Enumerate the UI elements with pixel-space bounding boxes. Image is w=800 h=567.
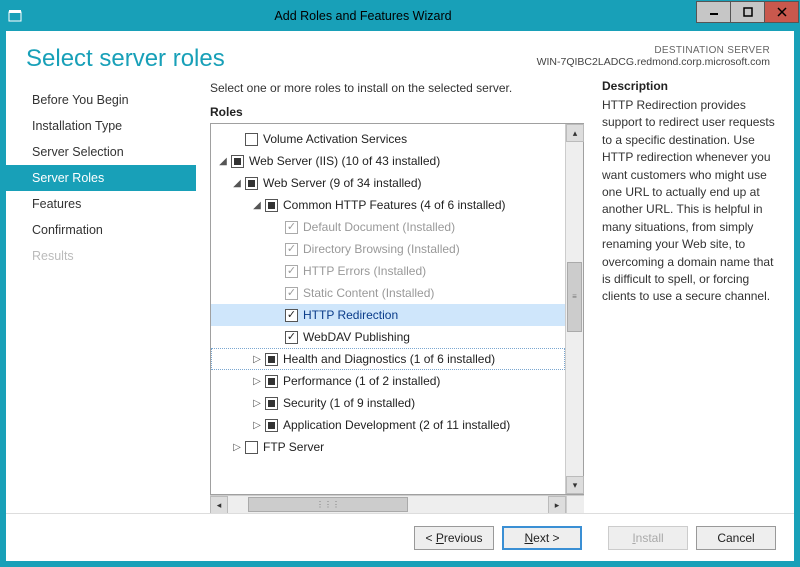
tree-node-label: Application Development (2 of 11 install… (283, 418, 510, 432)
nav-step-server-roles[interactable]: Server Roles (6, 165, 196, 191)
checkbox (285, 265, 298, 278)
tree-node-label: Web Server (IIS) (10 of 43 installed) (249, 154, 440, 168)
expand-icon[interactable]: ▷ (231, 442, 243, 453)
tree-node-label: HTTP Errors (Installed) (303, 264, 426, 278)
tree-node-label: Performance (1 of 2 installed) (283, 374, 440, 388)
expand-icon[interactable]: ▷ (251, 398, 263, 409)
checkbox (285, 287, 298, 300)
tree-node-label: HTTP Redirection (303, 308, 398, 322)
tree-node[interactable]: Default Document (Installed) (211, 216, 565, 238)
expand-icon[interactable]: ▷ (251, 376, 263, 387)
checkbox[interactable] (245, 177, 258, 190)
tree-node-label: Default Document (Installed) (303, 220, 455, 234)
tree-node[interactable]: ◢ Common HTTP Features (4 of 6 installed) (211, 194, 565, 216)
description-label: Description (602, 79, 780, 97)
minimize-button[interactable] (696, 1, 731, 23)
collapse-icon[interactable]: ◢ (231, 178, 243, 189)
tree-node[interactable]: Directory Browsing (Installed) (211, 238, 565, 260)
window-title: Add Roles and Features Wizard (29, 9, 697, 23)
nav-step-installation-type[interactable]: Installation Type (6, 113, 196, 139)
tree-node-label: Static Content (Installed) (303, 286, 434, 300)
page-title: Select server roles (26, 45, 537, 73)
scroll-left-button[interactable]: ◂ (210, 496, 228, 514)
tree-node[interactable]: ▷ Performance (1 of 2 installed) (211, 370, 565, 392)
expand-icon[interactable]: ▷ (251, 354, 263, 365)
scroll-track-h[interactable]: ⋮⋮⋮ (228, 496, 548, 513)
roles-treeview[interactable]: Volume Activation Services ◢ Web Server (I… (210, 123, 584, 495)
tree-node[interactable]: Static Content (Installed) (211, 282, 565, 304)
instruction-text: Select one or more roles to install on t… (210, 79, 584, 105)
scroll-right-button[interactable]: ▸ (548, 496, 566, 514)
install-button: Install (608, 526, 688, 550)
window-buttons (697, 1, 799, 31)
horizontal-scrollbar[interactable]: ◂ ⋮⋮⋮ ▸ (210, 495, 566, 513)
scroll-up-button[interactable]: ▴ (566, 124, 584, 142)
checkbox[interactable] (245, 441, 258, 454)
nav-step-confirmation[interactable]: Confirmation (6, 217, 196, 243)
nav-step-results: Results (6, 243, 196, 269)
titlebar: Add Roles and Features Wizard (1, 1, 799, 31)
tree-node-label: WebDAV Publishing (303, 330, 410, 344)
scroll-down-button[interactable]: ▾ (566, 476, 584, 494)
checkbox[interactable] (245, 133, 258, 146)
tree-node[interactable]: ◢ Web Server (9 of 34 installed) (211, 172, 565, 194)
nav-step-server-selection[interactable]: Server Selection (6, 139, 196, 165)
checkbox (285, 243, 298, 256)
nav-steps: Before You BeginInstallation TypeServer … (6, 79, 196, 513)
expand-icon[interactable]: ▷ (251, 420, 263, 431)
tree-node-label: Health and Diagnostics (1 of 6 installed… (283, 352, 495, 366)
checkbox[interactable] (285, 309, 298, 322)
tree-node-label: Web Server (9 of 34 installed) (263, 176, 422, 190)
checkbox[interactable] (285, 331, 298, 344)
description-text: HTTP Redirection provides support to red… (602, 97, 780, 306)
checkbox[interactable] (265, 199, 278, 212)
collapse-icon[interactable]: ◢ (217, 156, 229, 167)
cancel-button[interactable]: Cancel (696, 526, 776, 550)
scroll-thumb-v[interactable]: ≡ (567, 262, 582, 332)
checkbox[interactable] (265, 397, 278, 410)
content-frame: Select server roles DESTINATION SERVER W… (1, 31, 799, 566)
checkbox[interactable] (265, 353, 278, 366)
destination-box: DESTINATION SERVER WIN-7QIBC2LADCG.redmo… (537, 45, 770, 68)
tree-node-label: Volume Activation Services (263, 132, 407, 146)
nav-step-features[interactable]: Features (6, 191, 196, 217)
scroll-thumb-h[interactable]: ⋮⋮⋮ (248, 497, 408, 512)
tree-node-label: Common HTTP Features (4 of 6 installed) (283, 198, 506, 212)
scroll-corner (566, 495, 584, 513)
app-icon (1, 1, 29, 31)
tree-node[interactable]: ▷ Security (1 of 9 installed) (211, 392, 565, 414)
tree-node[interactable]: ▷ Health and Diagnostics (1 of 6 installe… (211, 348, 565, 370)
tree-node-label: Directory Browsing (Installed) (303, 242, 460, 256)
tree-node[interactable]: WebDAV Publishing (211, 326, 565, 348)
checkbox (285, 221, 298, 234)
wizard-window: Add Roles and Features Wizard Select ser… (0, 0, 800, 567)
previous-button[interactable]: < Previous (414, 526, 494, 550)
tree-node[interactable]: ▷ FTP Server (211, 436, 565, 458)
checkbox[interactable] (265, 375, 278, 388)
maximize-button[interactable] (730, 1, 765, 23)
tree-node-label: Security (1 of 9 installed) (283, 396, 415, 410)
checkbox[interactable] (265, 419, 278, 432)
scroll-track-v[interactable]: ≡ (566, 142, 583, 476)
collapse-icon[interactable]: ◢ (251, 200, 263, 211)
nav-step-before-you-begin[interactable]: Before You Begin (6, 87, 196, 113)
tree-node[interactable]: ◢ Web Server (IIS) (10 of 43 installed) (211, 150, 565, 172)
destination-server: WIN-7QIBC2LADCG.redmond.corp.microsoft.c… (537, 56, 770, 68)
next-button[interactable]: Next > (502, 526, 582, 550)
checkbox[interactable] (231, 155, 244, 168)
tree-node[interactable]: HTTP Redirection (211, 304, 565, 326)
roles-label: Roles (210, 105, 584, 123)
tree-node[interactable]: Volume Activation Services (211, 128, 565, 150)
tree-node-label: FTP Server (263, 440, 324, 454)
close-button[interactable] (764, 1, 799, 23)
button-row: < Previous Next > Install Cancel (6, 513, 794, 561)
tree-node[interactable]: ▷ Application Development (2 of 11 instal… (211, 414, 565, 436)
vertical-scrollbar[interactable]: ▴ ≡ ▾ (565, 124, 583, 494)
tree-node[interactable]: HTTP Errors (Installed) (211, 260, 565, 282)
destination-label: DESTINATION SERVER (537, 45, 770, 56)
